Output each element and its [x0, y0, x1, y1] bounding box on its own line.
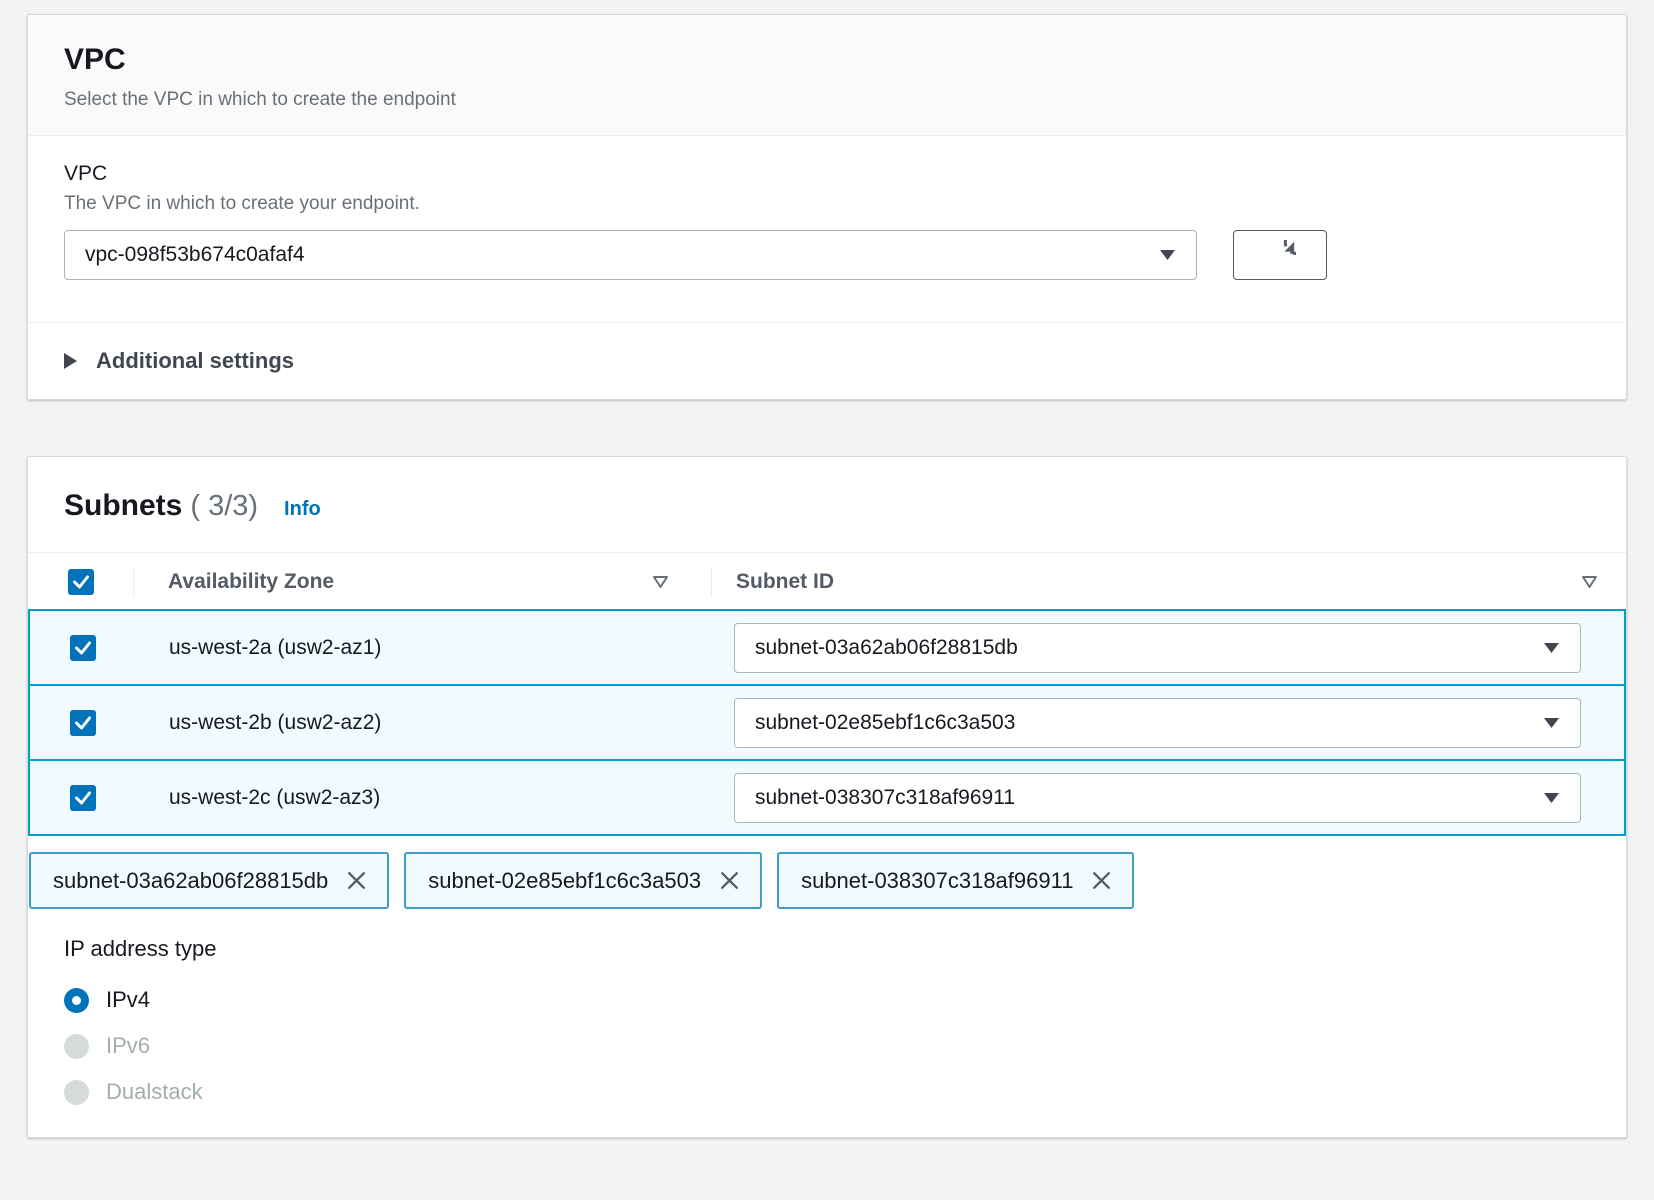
subnet-select-value: subnet-038307c318af96911: [755, 786, 1015, 810]
info-link[interactable]: Info: [284, 498, 321, 521]
chevron-down-icon: [1543, 792, 1560, 804]
radio-label: IPv6: [106, 1033, 150, 1059]
vpc-card-description: Select the VPC in which to create the en…: [64, 89, 1590, 111]
table-row[interactable]: us-west-2c (usw2-az3) subnet-038307c318a…: [28, 759, 1626, 836]
radio-label: IPv4: [106, 987, 150, 1013]
subnets-title-text: Subnets: [64, 489, 182, 522]
radio-disabled-icon: [64, 1034, 89, 1059]
availability-zone-cell: us-west-2b (usw2-az2): [169, 711, 668, 735]
page: VPC Select the VPC in which to create th…: [0, 0, 1654, 1138]
vpc-card-title: VPC: [64, 43, 1590, 77]
close-icon: [718, 869, 741, 892]
check-icon: [74, 791, 92, 805]
vpc-card-header: VPC Select the VPC in which to create th…: [28, 15, 1626, 136]
row-checkbox[interactable]: [70, 710, 96, 736]
row-checkbox[interactable]: [70, 635, 96, 661]
radio-option-ipv4[interactable]: IPv4: [64, 985, 1590, 1015]
subnets-count: ( 3/3): [190, 490, 258, 522]
vpc-select[interactable]: vpc-098f53b674c0afaf4: [64, 230, 1197, 280]
additional-settings-toggle[interactable]: Additional settings: [28, 322, 1626, 399]
close-icon: [345, 869, 368, 892]
vpc-field-label: VPC: [64, 162, 1590, 186]
token-close-button[interactable]: [718, 869, 741, 892]
table-row[interactable]: us-west-2a (usw2-az1) subnet-03a62ab06f2…: [28, 609, 1626, 686]
subnets-table-header: Availability Zone Subnet ID: [28, 552, 1626, 611]
vpc-card-body: VPC The VPC in which to create your endp…: [28, 136, 1626, 322]
token-label: subnet-03a62ab06f28815db: [53, 868, 328, 894]
subnet-id-select[interactable]: subnet-02e85ebf1c6c3a503: [734, 698, 1581, 748]
select-all-checkbox[interactable]: [68, 569, 94, 595]
subnets-card-title: Subnets( 3/3): [64, 489, 258, 523]
additional-settings-label: Additional settings: [96, 348, 294, 374]
close-icon: [1090, 869, 1113, 892]
subnets-card-header: Subnets( 3/3) Info: [28, 457, 1626, 552]
subnet-id-select[interactable]: subnet-038307c318af96911: [734, 773, 1581, 823]
column-header-availability-zone: Availability Zone: [168, 570, 652, 594]
chevron-down-icon: [1159, 249, 1176, 261]
subnet-token: subnet-038307c318af96911: [777, 852, 1134, 909]
token-label: subnet-038307c318af96911: [801, 868, 1073, 894]
column-header-subnet-id: Subnet ID: [736, 570, 1581, 594]
row-checkbox[interactable]: [70, 785, 96, 811]
radio-label: Dualstack: [106, 1079, 203, 1105]
availability-zone-cell: us-west-2c (usw2-az3): [169, 786, 668, 810]
sort-icon-availability-zone[interactable]: [652, 575, 669, 589]
vpc-select-value: vpc-098f53b674c0afaf4: [85, 243, 305, 267]
check-icon: [72, 575, 90, 589]
ip-address-type-label: IP address type: [64, 936, 1590, 962]
expand-triangle-icon: [64, 353, 77, 369]
sort-icon-subnet-id[interactable]: [1581, 575, 1598, 589]
refresh-button[interactable]: [1233, 230, 1327, 280]
subnet-select-value: subnet-03a62ab06f28815db: [755, 636, 1018, 660]
vpc-field-description: The VPC in which to create your endpoint…: [64, 193, 1590, 215]
radio-selected-icon[interactable]: [64, 988, 89, 1013]
subnet-id-select[interactable]: subnet-03a62ab06f28815db: [734, 623, 1581, 673]
token-label: subnet-02e85ebf1c6c3a503: [428, 868, 701, 894]
vpc-card: VPC Select the VPC in which to create th…: [27, 14, 1627, 400]
selected-subnet-tokens: subnet-03a62ab06f28815db subnet-02e85ebf…: [28, 852, 1626, 909]
radio-disabled-icon: [64, 1080, 89, 1105]
token-close-button[interactable]: [345, 869, 368, 892]
subnet-token: subnet-03a62ab06f28815db: [29, 852, 389, 909]
refresh-icon: [1265, 240, 1296, 271]
chevron-down-icon: [1543, 642, 1560, 654]
ip-address-type-section: IP address type IPv4 IPv6 Dualstack: [28, 909, 1626, 1137]
chevron-down-icon: [1543, 717, 1560, 729]
radio-option-dualstack: Dualstack: [64, 1077, 1590, 1107]
check-icon: [74, 641, 92, 655]
subnet-select-value: subnet-02e85ebf1c6c3a503: [755, 711, 1015, 735]
subnets-card: Subnets( 3/3) Info Availability Zone Sub…: [27, 456, 1627, 1138]
availability-zone-cell: us-west-2a (usw2-az1): [169, 636, 668, 660]
token-close-button[interactable]: [1090, 869, 1113, 892]
table-row[interactable]: us-west-2b (usw2-az2) subnet-02e85ebf1c6…: [28, 684, 1626, 761]
radio-option-ipv6: IPv6: [64, 1031, 1590, 1061]
subnet-token: subnet-02e85ebf1c6c3a503: [404, 852, 762, 909]
check-icon: [74, 716, 92, 730]
